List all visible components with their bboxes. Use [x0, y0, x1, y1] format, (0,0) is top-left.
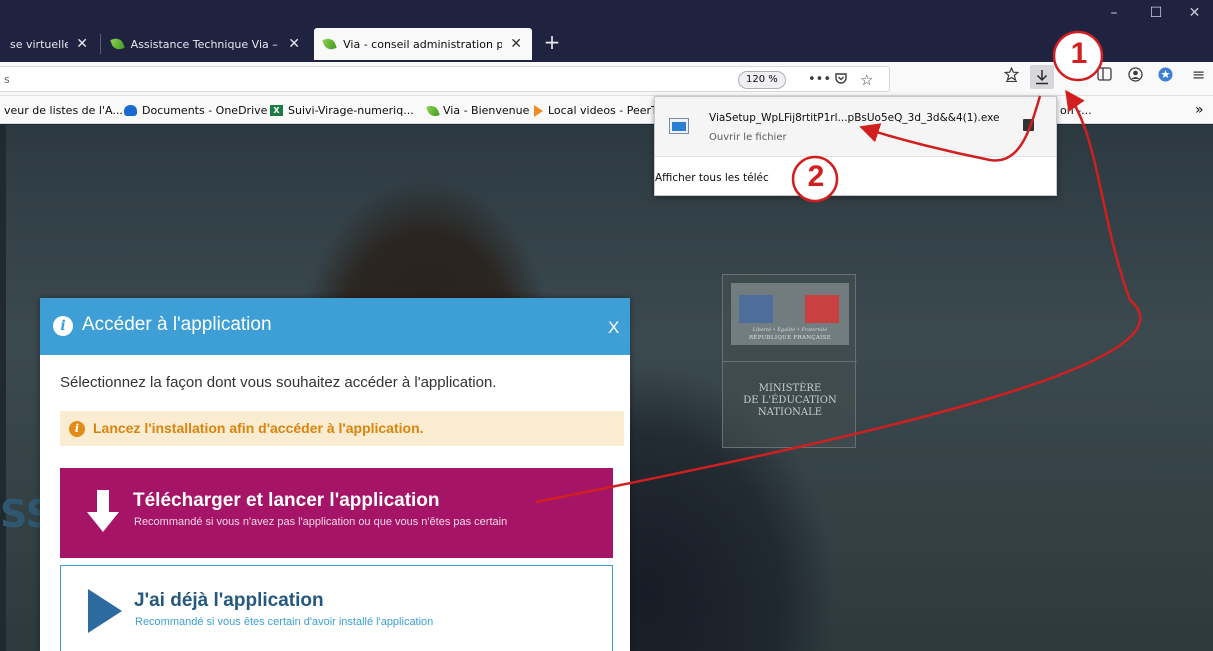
ministry-logo-sign: Liberté • Égalité • Fraternité RÉPUBLIQU… [722, 274, 857, 448]
option-title: Télécharger et lancer l'application [133, 490, 440, 511]
tab-title: Via - conseil administration pro [343, 37, 503, 51]
step2-number: 2 [807, 160, 825, 193]
download-icon[interactable] [1030, 65, 1054, 89]
download-status: Ouvrir le fichier [709, 132, 787, 143]
bookmark-item[interactable]: on -... [1060, 104, 1092, 117]
ministry-motto: Liberté • Égalité • Fraternité [752, 327, 828, 333]
bookmark-label: Via - Bienvenue [443, 104, 530, 117]
download-file-name: ViaSetup_WpLFij8rtitP1rl...pBsUo5eQ_3d_3… [709, 112, 1000, 124]
bookmark-item[interactable]: veur de listes de l'A... [4, 104, 123, 117]
close-icon[interactable]: ✕ [288, 36, 300, 52]
via-leaf-icon [426, 103, 440, 118]
download-item[interactable]: ViaSetup_WpLFij8rtitP1rl...pBsUo5eQ_3d_3… [655, 97, 1056, 157]
ministry-line: MINISTÈRE [758, 383, 822, 394]
info-icon: i [69, 421, 85, 437]
account-icon[interactable] [1128, 67, 1143, 85]
tab-assistance-technique[interactable]: Assistance Technique Via – SVI ✕ [102, 28, 310, 60]
dialog-instruction: Sélectionnez la façon dont vous souhaite… [60, 374, 497, 391]
show-all-label: Afficher tous les téléc [655, 172, 769, 184]
tab-via-conseil[interactable]: Via - conseil administration pro ✕ [314, 28, 532, 60]
install-notice: i Lancez l'installation afin d'accéder à… [60, 411, 624, 446]
library-icon[interactable] [1003, 66, 1020, 85]
ministry-republic: RÉPUBLIQUE FRANÇAISE [748, 335, 832, 341]
option-title: J'ai déjà l'application [134, 590, 324, 611]
flag-red-band [805, 295, 839, 323]
downloads-panel: ViaSetup_WpLFij8rtitP1rl...pBsUo5eQ_3d_3… [654, 96, 1057, 196]
onedrive-cloud-icon [124, 105, 137, 116]
step1-number: 1 [1070, 37, 1088, 70]
page-actions-icon[interactable]: ••• [808, 72, 831, 88]
play-arrow-icon [88, 589, 122, 633]
dialog-close-button[interactable]: X [608, 318, 619, 338]
excel-icon: X [270, 105, 283, 116]
dialog-title: Accéder à l'application [82, 314, 272, 335]
ministry-name: MINISTÈRE DE L'ÉDUCATION NATIONALE [723, 383, 857, 419]
flag-blue-band [739, 295, 773, 323]
download-launch-button[interactable]: Télécharger et lancer l'application Reco… [60, 468, 613, 558]
close-icon[interactable]: ✕ [510, 36, 522, 52]
info-icon: i [53, 316, 73, 336]
bookmark-label: Suivi-Virage-numeriq... [288, 104, 414, 117]
zoom-level-button[interactable]: 120 % [738, 71, 786, 89]
tab-title: Assistance Technique Via – SVI [130, 37, 281, 51]
maximize-button[interactable]: ☐ [1134, 0, 1178, 28]
close-icon[interactable]: ✕ [76, 36, 88, 52]
ministry-divider [723, 361, 857, 362]
url-text: s [4, 73, 10, 86]
exe-file-icon [669, 118, 689, 134]
tab-separator [100, 34, 101, 54]
bookmarks-overflow-button[interactable]: » [1195, 102, 1204, 118]
bookmark-label: Local videos - PeerT [548, 104, 658, 117]
peertube-icon [534, 104, 543, 117]
option-subtitle: Recommandé si vous n'avez pas l'applicat… [134, 516, 508, 528]
option-subtitle: Recommandé si vous êtes certain d'avoir … [135, 616, 434, 628]
navigation-toolbar: s 120 % ••• ☆ ≡ [0, 62, 1213, 96]
window-close-button[interactable]: ✕ [1176, 0, 1213, 28]
pocket-icon[interactable] [834, 72, 848, 89]
via-leaf-icon [110, 36, 125, 52]
access-application-dialog: i Accéder à l'application X Sélectionnez… [40, 298, 630, 651]
sidebar-icon[interactable] [1097, 67, 1112, 84]
bookmark-item[interactable]: Local videos - PeerT [534, 104, 658, 117]
already-have-app-button[interactable]: J'ai déjà l'application Recommandé si vo… [60, 565, 613, 651]
tab-title: se virtuelle e [10, 37, 69, 51]
via-leaf-icon [322, 36, 337, 52]
download-arrow-icon [87, 490, 119, 534]
bookmark-label: Documents - OneDrive [142, 104, 268, 117]
url-bar[interactable]: s 120 % ••• ☆ [0, 66, 890, 92]
folder-icon[interactable] [1023, 119, 1034, 131]
bookmark-item[interactable]: Documents - OneDrive [124, 104, 267, 117]
bookmark-label: veur de listes de l'A... [4, 104, 123, 117]
menu-icon[interactable]: ≡ [1192, 67, 1205, 83]
dialog-header: i Accéder à l'application X [40, 298, 630, 355]
marianne-logo: Liberté • Égalité • Fraternité RÉPUBLIQU… [731, 283, 849, 345]
bookmark-item[interactable]: X Suivi-Virage-numeriq... [270, 104, 414, 117]
bookmark-label: on -... [1060, 104, 1092, 117]
tab-virtual-class[interactable]: se virtuelle e ✕ [0, 28, 98, 60]
browser-tab-bar: se virtuelle e ✕ Assistance Technique Vi… [0, 0, 1213, 62]
bookmark-item[interactable]: Via - Bienvenue [426, 103, 530, 118]
bookmark-star-icon[interactable]: ☆ [860, 72, 873, 88]
extension-icon[interactable] [1158, 67, 1173, 85]
ministry-line: NATIONALE [757, 407, 823, 418]
notice-text: Lancez l'installation afin d'accéder à l… [93, 420, 424, 436]
minimize-button[interactable]: – [1092, 0, 1136, 28]
new-tab-button[interactable]: + [538, 28, 566, 58]
ministry-line: DE L'ÉDUCATION [743, 395, 837, 406]
